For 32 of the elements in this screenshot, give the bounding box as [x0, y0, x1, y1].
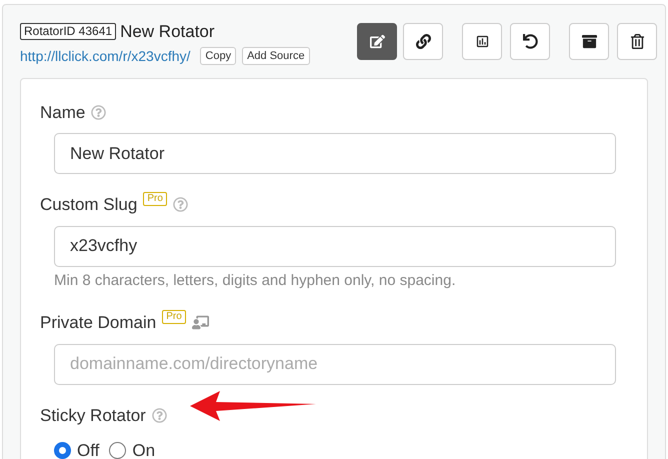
field-label: Private Domain	[40, 312, 156, 334]
radio-button[interactable]	[109, 442, 126, 459]
text-field[interactable]: New Rotator	[54, 133, 616, 174]
radio-option[interactable]: Off	[54, 438, 100, 459]
reset-button[interactable]	[510, 23, 550, 60]
archive-button[interactable]	[569, 23, 609, 60]
delete-button[interactable]	[617, 23, 657, 60]
radio-option[interactable]: On	[109, 438, 156, 459]
field-label: Custom Slug	[40, 194, 138, 216]
id-badge: RotatorID 43641	[20, 23, 116, 40]
radio-button[interactable]	[54, 442, 71, 459]
link-icon	[416, 34, 430, 49]
trash-icon	[630, 34, 644, 49]
field-label: Sticky Rotator	[40, 404, 146, 426]
add-source-button[interactable]: Add Source	[242, 47, 310, 65]
pro-badge: Pro	[143, 192, 167, 206]
archive-icon	[582, 34, 596, 49]
pro-badge: Pro	[162, 310, 186, 324]
presenter-icon[interactable]	[192, 315, 209, 330]
link-button[interactable]	[403, 23, 443, 60]
hint-text: Min 8 characters, letters, digits and hyphen only, no spacing.	[54, 270, 457, 290]
rotator-link[interactable]: http://llclick.com/r/x23vcfhy/	[20, 46, 190, 66]
stats-button[interactable]	[462, 23, 502, 60]
edit-button[interactable]	[357, 23, 397, 60]
text-field[interactable]: domainname.com/directoryname	[54, 344, 616, 384]
copy-button[interactable]: Copy	[200, 47, 236, 65]
text-field[interactable]: x23vcfhy	[54, 226, 616, 266]
bar-chart-icon	[474, 34, 490, 49]
field-label: Name	[40, 102, 86, 124]
edit-icon	[370, 34, 384, 49]
undo-icon	[522, 34, 538, 49]
rotator-title: New Rotator	[120, 21, 215, 43]
